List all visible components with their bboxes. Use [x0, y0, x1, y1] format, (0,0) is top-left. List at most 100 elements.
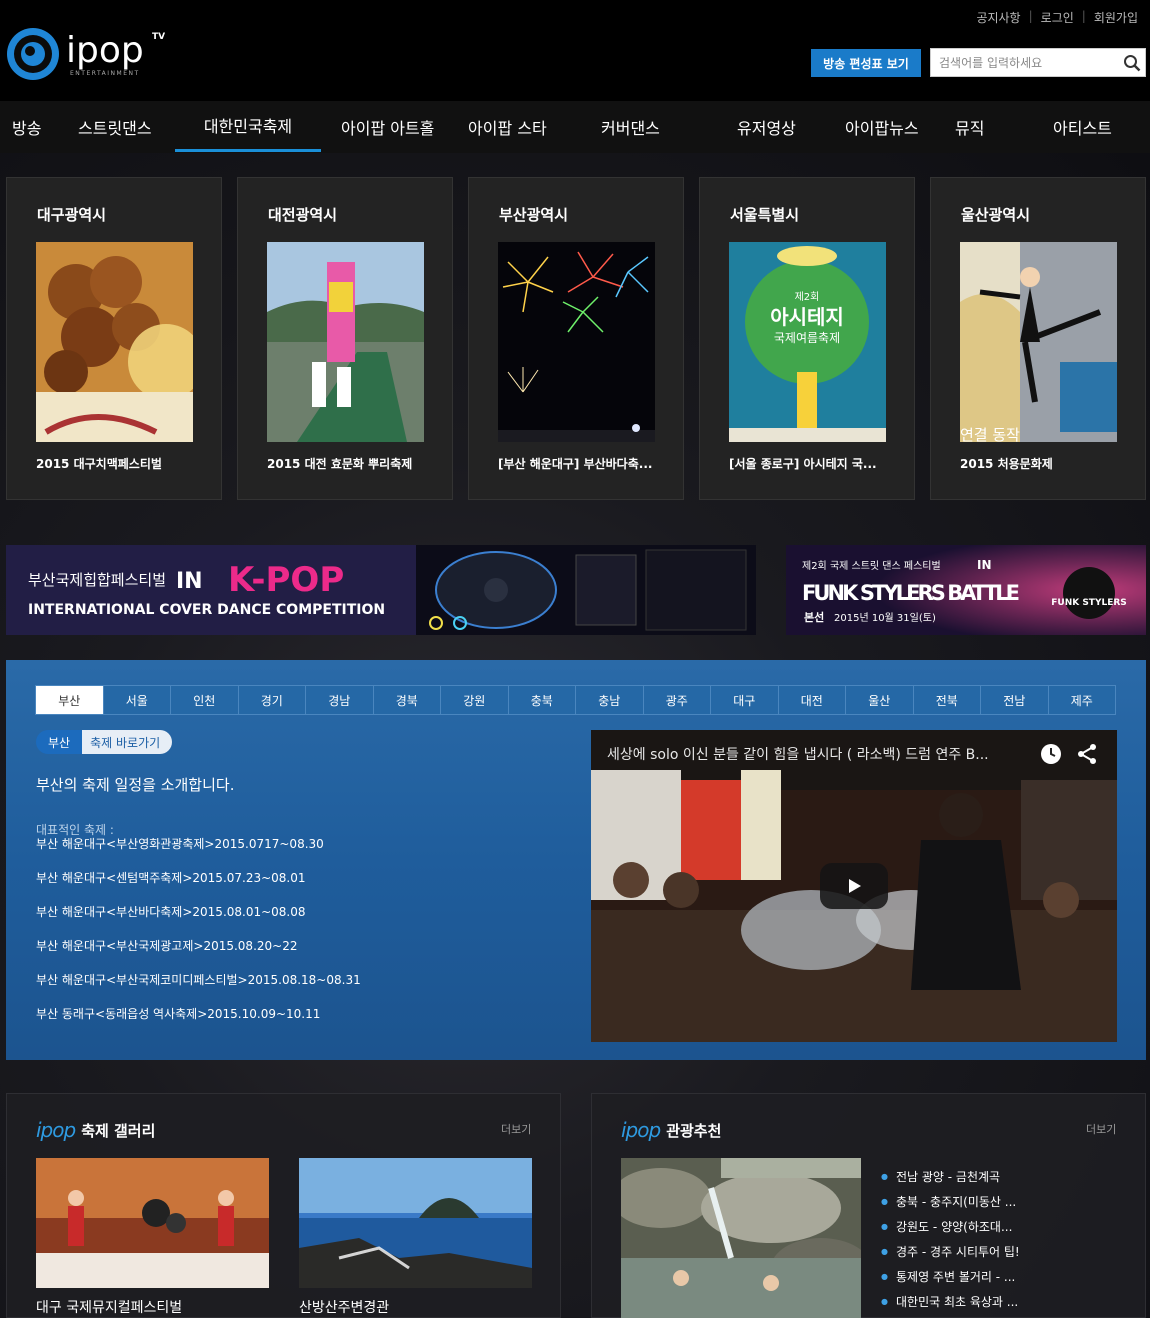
ipop-mini-logo: ipop — [36, 1118, 76, 1142]
region-caption[interactable]: 2015 대구치맥페스티벌 — [36, 455, 162, 472]
nav-item-cover-dance[interactable]: 커버댄스 — [601, 101, 660, 153]
tourism-more-link[interactable]: 더보기 — [1086, 1121, 1116, 1137]
list-item: 부산 해운대구<부산국제광고제>2015.08.20~22 — [36, 939, 298, 953]
banner2-sub-label: 본선 — [804, 610, 824, 624]
tab-gyeongbuk[interactable]: 경북 — [374, 686, 441, 714]
tourism-item: 대한민국 최초 육상과 ... — [895, 1295, 1019, 1309]
region-title: 서울특별시 — [730, 206, 800, 224]
tab-gwangju[interactable]: 광주 — [644, 686, 711, 714]
nav-item-artist[interactable]: 아티스트 — [1053, 101, 1112, 153]
list-item[interactable]: ● 경주 - 경주 시티투어 팁! — [881, 1239, 1020, 1264]
tab-gyeonggi[interactable]: 경기 — [239, 686, 306, 714]
list-item: 부산 해운대구<부산영화관광축제>2015.0717~08.30 — [36, 837, 324, 851]
tab-chungnam[interactable]: 충남 — [576, 686, 644, 714]
funk-stylers-banner[interactable]: FUNK STYLERS 제2회 국제 스트릿 댄스 페스티벌 IN FUNK … — [786, 545, 1146, 635]
gallery-more-link[interactable]: 더보기 — [501, 1121, 531, 1137]
banner2-sub-date: 2015년 10월 31일(토) — [834, 612, 936, 624]
nav-item-ipop-star[interactable]: 아이팝 스타 — [468, 101, 547, 153]
tab-gangwon[interactable]: 강원 — [441, 686, 509, 714]
region-caption[interactable]: [서울 종로구] 아시테지 국... — [729, 455, 877, 472]
search-box — [930, 48, 1146, 77]
nav-item-korea-festival[interactable]: 대한민국축제 — [175, 101, 321, 152]
schedule-button[interactable]: 방송 편성표 보기 — [811, 49, 921, 77]
nav-item-music[interactable]: 뮤직 — [955, 101, 984, 153]
gallery-image[interactable] — [299, 1158, 532, 1288]
region-card-daejeon[interactable]: 대전광역시 2015 대전 효문화 뿌리축제 — [237, 177, 453, 500]
tab-daegu[interactable]: 대구 — [711, 686, 779, 714]
tab-jeonbuk[interactable]: 전북 — [914, 686, 981, 714]
logo-sub: ENTERTAINMENT — [70, 70, 140, 77]
kpop-banner[interactable]: 부산국제힙합페스티벌 IN K-POP INTERNATIONAL COVER … — [6, 545, 756, 635]
region-image[interactable] — [36, 242, 193, 442]
region-card-daegu[interactable]: 대구광역시 2015 대구치맥페스티벌 — [6, 177, 222, 500]
gallery-caption[interactable]: 산방산주변경관 — [299, 1297, 389, 1317]
tab-jeju[interactable]: 제주 — [1049, 686, 1116, 714]
tourism-item: 경주 - 경주 시티투어 팁! — [895, 1245, 1020, 1259]
clock-icon[interactable] — [1039, 742, 1063, 770]
list-item[interactable]: ● 통제영 주변 볼거리 - ... — [881, 1264, 1020, 1289]
tab-incheon[interactable]: 인천 — [171, 686, 239, 714]
gallery-caption[interactable]: 대구 국제뮤지컬페스티벌 — [36, 1297, 182, 1317]
region-caption[interactable]: 2015 대전 효문화 뿌리축제 — [267, 455, 412, 472]
list-item[interactable]: ● 대한민국 최초 육상과 ... — [881, 1289, 1020, 1314]
nav-item-art-hall[interactable]: 아이팝 아트홀 — [341, 101, 434, 153]
region-image[interactable] — [498, 242, 655, 442]
tab-jeonnam[interactable]: 전남 — [981, 686, 1049, 714]
tourism-section: ipop 관광추천 더보기 ● 전남 광양 - 금천계곡 ● 충북 - 충주지(미동… — [591, 1093, 1146, 1318]
festival-shortcut-button[interactable]: 부산 축제 바로가기 — [36, 730, 173, 754]
tourism-title: 관광추천 — [666, 1121, 722, 1140]
pill-link: 축제 바로가기 — [82, 730, 173, 754]
ipop-mini-logo: ipop — [621, 1118, 661, 1142]
banner1-subtitle: INTERNATIONAL COVER DANCE COMPETITION — [28, 602, 385, 618]
nav-item-user-video[interactable]: 유저영상 — [737, 101, 796, 153]
tab-busan[interactable]: 부산 — [36, 686, 104, 714]
search-input[interactable] — [931, 49, 1119, 76]
image-overlay-text: 연결 동작 — [960, 426, 1020, 442]
funk-badge: FUNK STYLERS — [1051, 598, 1127, 608]
list-item[interactable]: ● 강원도 - 양양(하조대... — [881, 1214, 1020, 1239]
region-caption[interactable]: 2015 처용문화제 — [960, 455, 1053, 472]
region-caption[interactable]: [부산 해운대구] 부산바다축... — [498, 455, 652, 472]
poster-line2: 아시테지 — [770, 305, 844, 329]
tourism-header: ipop 관광추천 — [621, 1118, 721, 1142]
video-title[interactable]: 세상에 solo 이신 분들 같이 힘을 냅시다 ( 라소백) 드럼 연주 B.… — [607, 744, 989, 764]
nav-item-broadcast[interactable]: 방송 — [12, 101, 41, 153]
region-card-ulsan[interactable]: 울산광역시 연결 동작 2015 처용문화제 — [930, 177, 1146, 500]
region-image[interactable]: 연결 동작 — [960, 242, 1117, 442]
tab-ulsan[interactable]: 울산 — [846, 686, 914, 714]
tourism-item: 충북 - 충주지(미동산 ... — [895, 1195, 1017, 1209]
video-player[interactable]: 세상에 solo 이신 분들 같이 힘을 냅시다 ( 라소백) 드럼 연주 B.… — [591, 730, 1117, 1042]
signup-link[interactable]: 회원가입 — [1086, 9, 1146, 26]
region-image[interactable] — [267, 242, 424, 442]
region-card-seoul[interactable]: 서울특별시 제2회 아시테지 국제여름축제 [서울 종로구] 아시테지 국... — [699, 177, 915, 500]
list-item[interactable]: ● 전남 광양 - 금천계곡 — [881, 1164, 1020, 1189]
play-button[interactable] — [820, 863, 888, 909]
gallery-image[interactable] — [36, 1158, 269, 1288]
tab-seoul[interactable]: 서울 — [104, 686, 171, 714]
nav-item-street-dance[interactable]: 스트릿댄스 — [78, 101, 152, 153]
poster-line1: 제2회 — [795, 291, 820, 303]
share-icon[interactable] — [1075, 742, 1099, 770]
tab-gyeongnam[interactable]: 경남 — [306, 686, 374, 714]
logo-tv: TV — [152, 32, 165, 42]
region-image[interactable]: 제2회 아시테지 국제여름축제 — [729, 242, 886, 442]
ipop-logo[interactable]: ipop TV ENTERTAINMENT — [6, 26, 166, 82]
tourism-image[interactable] — [621, 1158, 861, 1318]
list-item[interactable]: ● 충북 - 충주지(미동산 ... — [881, 1189, 1020, 1214]
region-card-busan[interactable]: 부산광역시 [부산 해운대구] 부산바다축... — [468, 177, 684, 500]
festival-list: 부산 해운대구<부산영화관광축제>2015.0717~08.30 부산 해운대구… — [36, 837, 361, 1041]
nav-item-ipop-news[interactable]: 아이팝뉴스 — [845, 101, 919, 153]
gallery-header: ipop 축제 갤러리 — [36, 1118, 155, 1142]
notice-link[interactable]: 공지사항 — [968, 9, 1028, 26]
poster-line3: 국제여름축제 — [774, 331, 840, 345]
login-link[interactable]: 로그인 — [1033, 9, 1082, 26]
region-title: 대구광역시 — [37, 206, 107, 224]
list-item: 부산 해운대구<부산국제코미디페스티벌>2015.08.18~08.31 — [36, 973, 361, 987]
search-icon[interactable] — [1119, 50, 1145, 76]
bullet-icon: ● — [881, 1222, 888, 1231]
tab-daejeon[interactable]: 대전 — [779, 686, 846, 714]
top-links: 공지사항 | 로그인 | 회원가입 — [968, 9, 1146, 26]
region-title: 부산광역시 — [499, 206, 569, 224]
banner1-kpop: K-POP — [228, 560, 344, 600]
tab-chungbuk[interactable]: 충북 — [509, 686, 576, 714]
